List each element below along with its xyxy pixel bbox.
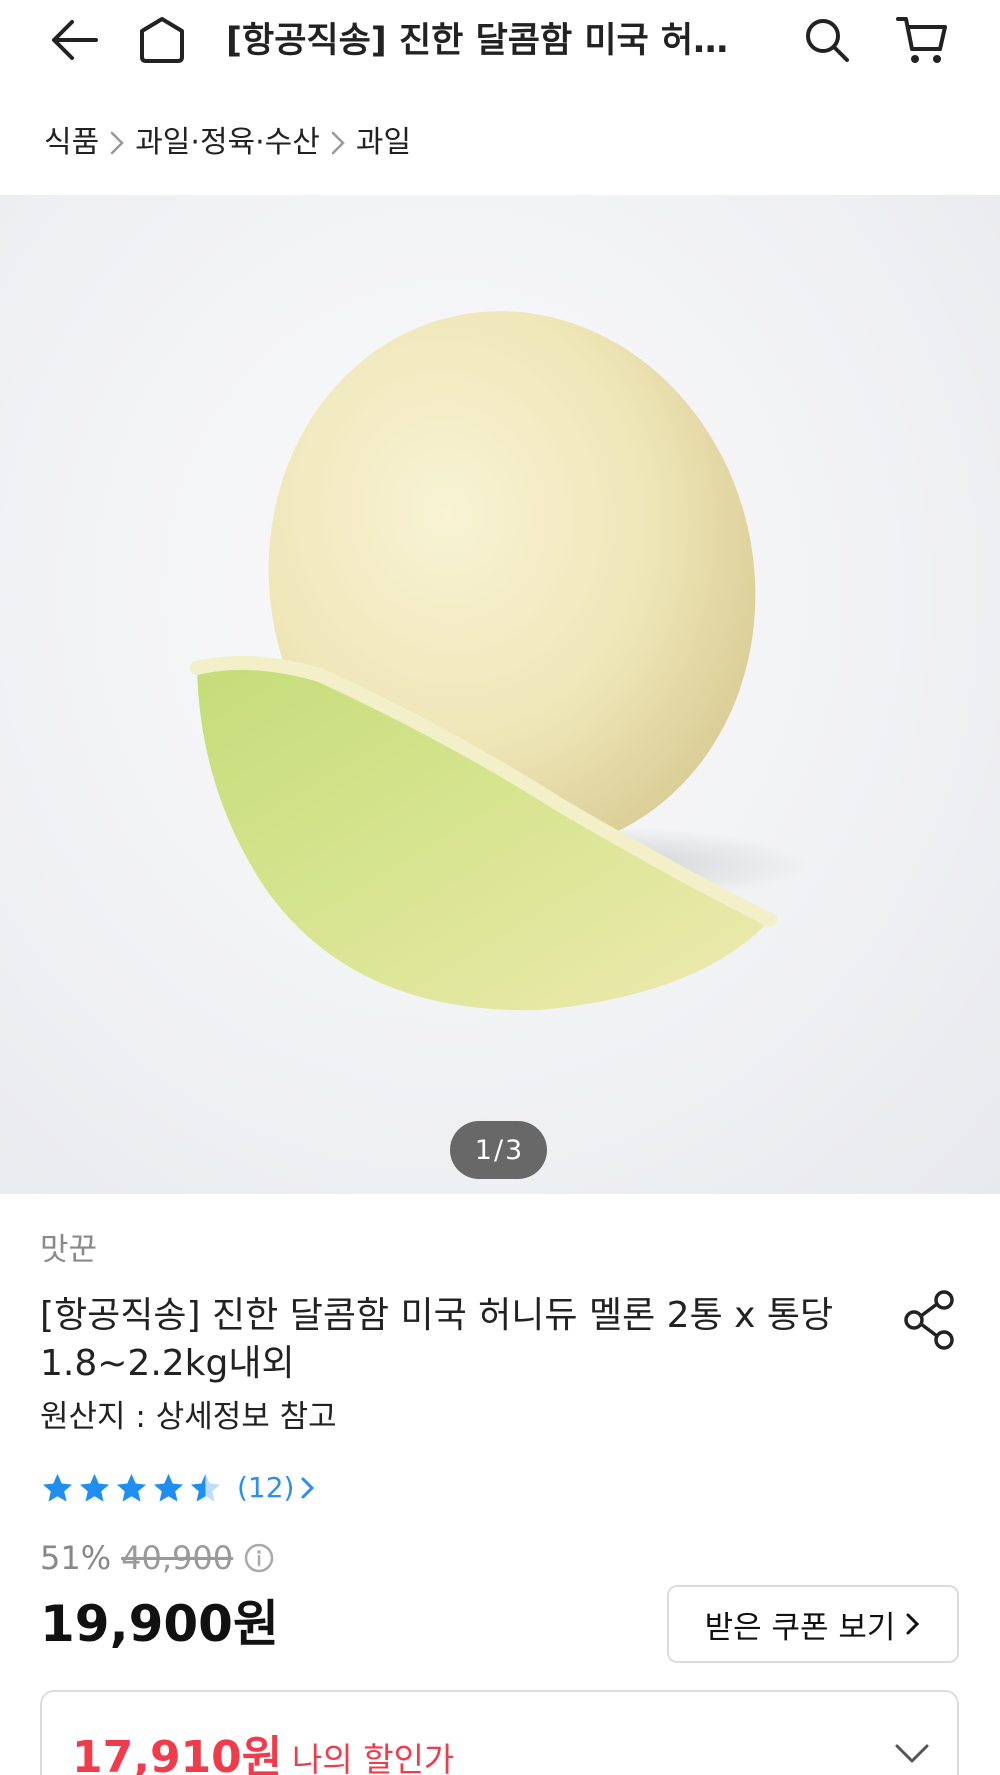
- sale-price: 19,900원: [40, 1595, 279, 1653]
- product-image[interactable]: [0, 195, 1000, 1194]
- chevron-right-icon: [324, 120, 352, 166]
- share-button[interactable]: [898, 1288, 962, 1352]
- star-icon: [42, 1473, 73, 1502]
- breadcrumb: 식품 과일·정육·수산 과일: [44, 120, 411, 166]
- breadcrumb-item-fruit-meat-seafood[interactable]: 과일·정육·수산: [135, 120, 320, 166]
- search-button[interactable]: [795, 8, 859, 72]
- origin-info: 원산지 : 상세정보 참고: [40, 1399, 337, 1435]
- rating-summary[interactable]: (12): [40, 1466, 320, 1510]
- product-detail-page: [항공직송] 진한 달콤함 미국 허니... 식품 과일·정육·수산 과일 1 …: [0, 0, 1000, 1775]
- chevron-down-icon[interactable]: [892, 1734, 932, 1774]
- home-icon: [140, 17, 184, 63]
- top-header: [항공직송] 진한 달콤함 미국 허니...: [0, 0, 1000, 82]
- breadcrumb-item-fruit[interactable]: 과일: [356, 120, 411, 166]
- image-counter-current: 1: [474, 1134, 492, 1166]
- image-counter: 1 / 3: [450, 1121, 547, 1179]
- discount-row: 51% 40,900: [40, 1535, 275, 1581]
- cart-button[interactable]: [890, 8, 954, 72]
- breadcrumb-item-food[interactable]: 식품: [44, 120, 99, 166]
- home-button[interactable]: [130, 8, 194, 72]
- original-price: 40,900: [121, 1539, 234, 1577]
- share-icon: [904, 1290, 954, 1350]
- search-icon: [806, 19, 849, 62]
- image-counter-separator: /: [493, 1134, 504, 1166]
- back-button[interactable]: [42, 8, 106, 72]
- view-coupons-button[interactable]: 받은 쿠폰 보기: [667, 1585, 959, 1663]
- chevron-right-icon: [906, 1613, 920, 1635]
- info-icon[interactable]: [243, 1542, 275, 1574]
- my-price-label: 나의 할인가: [292, 1740, 455, 1775]
- image-counter-total: 3: [505, 1134, 523, 1166]
- review-count[interactable]: (12): [237, 1466, 294, 1510]
- star-icon: [116, 1473, 147, 1502]
- product-title: [항공직송] 진한 달콤함 미국 허니듀 멜론 2통 x 통당 1.8~2.2k…: [40, 1295, 834, 1384]
- price-row: 19,900원: [40, 1592, 279, 1656]
- view-coupons-label: 받은 쿠폰 보기: [704, 1609, 896, 1646]
- arrow-left-icon: [52, 20, 98, 60]
- star-rating: [40, 1471, 223, 1506]
- discount-rate: 51%: [40, 1539, 112, 1577]
- melon-illustration: [190, 311, 810, 1011]
- my-price-value: 17,910원: [72, 1732, 283, 1775]
- chevron-right-icon: [103, 120, 131, 166]
- cart-icon: [896, 17, 947, 63]
- star-half-icon: [190, 1473, 221, 1502]
- my-discount-price-panel[interactable]: 17,910원 나의 할인가: [40, 1690, 959, 1775]
- star-icon: [153, 1473, 184, 1502]
- star-icon: [79, 1473, 110, 1502]
- header-title: [항공직송] 진한 달콤함 미국 허니...: [226, 21, 746, 61]
- chevron-right-icon: [300, 1466, 320, 1510]
- seller-name[interactable]: 맛꾼: [40, 1228, 97, 1272]
